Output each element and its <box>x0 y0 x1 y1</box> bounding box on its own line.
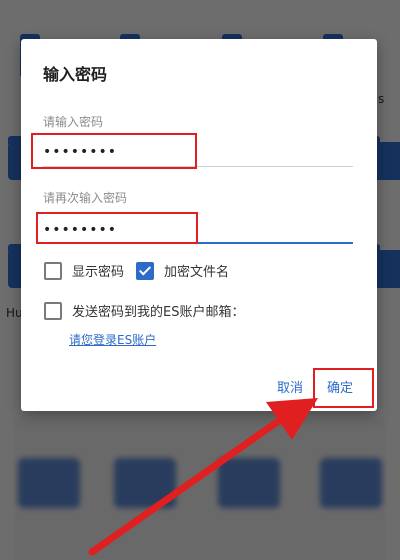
pointer-arrow-icon <box>88 398 318 556</box>
